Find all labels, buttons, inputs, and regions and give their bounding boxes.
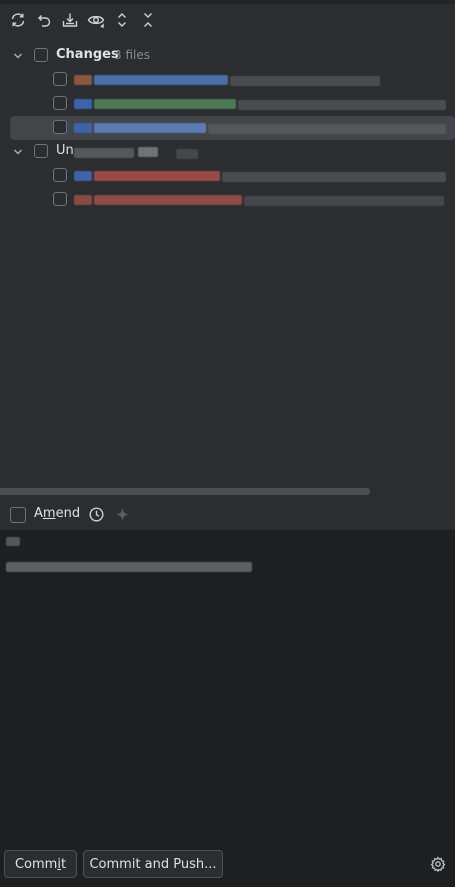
unversioned-group-row[interactable]: Un xyxy=(0,140,455,164)
file-path xyxy=(244,196,444,206)
changes-group-label: Changes xyxy=(56,47,119,62)
commit-tool-window: Changes 3 files Un Amend Comm i t Commit… xyxy=(0,0,455,887)
commit-and-push-button[interactable]: Commit and Push... xyxy=(83,850,223,878)
changes-tree: Changes 3 files Un xyxy=(0,44,455,474)
preview-icon[interactable] xyxy=(84,8,108,32)
file-row[interactable] xyxy=(0,188,455,212)
file-checkbox[interactable] xyxy=(53,72,67,86)
top-border xyxy=(0,0,455,4)
collapse-all-icon[interactable] xyxy=(136,8,160,32)
amend-checkbox[interactable] xyxy=(10,507,26,523)
file-type-icon xyxy=(74,171,92,181)
file-type-icon xyxy=(74,99,92,109)
ai-sparkle-icon[interactable] xyxy=(114,506,131,523)
changes-group-checkbox[interactable] xyxy=(34,48,48,62)
history-icon[interactable] xyxy=(88,506,105,523)
file-path xyxy=(238,100,446,110)
commit-toolbar xyxy=(0,8,455,34)
unversioned-group-count xyxy=(138,147,158,157)
unversioned-group-checkbox[interactable] xyxy=(34,144,48,158)
file-row[interactable] xyxy=(0,92,455,116)
file-row[interactable] xyxy=(0,68,455,92)
file-type-icon xyxy=(74,195,92,205)
file-path xyxy=(230,76,380,86)
file-checkbox[interactable] xyxy=(53,120,67,134)
unversioned-group-label: Un xyxy=(56,143,74,158)
chevron-down-icon[interactable] xyxy=(12,146,24,158)
file-checkbox[interactable] xyxy=(53,96,67,110)
horizontal-scrollbar[interactable] xyxy=(0,488,370,495)
file-name xyxy=(94,99,236,109)
file-type-icon xyxy=(74,75,92,85)
file-name xyxy=(94,123,206,133)
changes-group-count: 3 files xyxy=(114,48,150,62)
commit-button[interactable]: Comm i t xyxy=(4,850,77,878)
commit-message-line xyxy=(6,562,252,572)
file-name xyxy=(94,195,242,205)
changes-group-row[interactable]: Changes 3 files xyxy=(0,44,455,68)
file-row[interactable] xyxy=(0,116,455,140)
unversioned-group-count-rest xyxy=(176,149,198,159)
expand-all-icon[interactable] xyxy=(110,8,134,32)
commit-options-bar: Amend xyxy=(0,500,455,530)
shelve-icon[interactable] xyxy=(58,8,82,32)
amend-label[interactable]: Amend xyxy=(34,506,80,521)
file-name xyxy=(94,171,220,181)
file-type-icon xyxy=(74,123,92,133)
rollback-icon[interactable] xyxy=(32,8,56,32)
file-name xyxy=(94,75,228,85)
file-row[interactable] xyxy=(0,164,455,188)
file-path xyxy=(222,172,446,182)
unversioned-group-label-rest xyxy=(74,148,134,158)
commit-message-editor[interactable] xyxy=(0,531,455,847)
refresh-icon[interactable] xyxy=(6,8,30,32)
chevron-down-icon[interactable] xyxy=(12,50,24,62)
file-checkbox[interactable] xyxy=(53,192,67,206)
commit-message-line xyxy=(6,537,20,546)
gear-icon[interactable] xyxy=(430,856,446,872)
file-checkbox[interactable] xyxy=(53,168,67,182)
file-path xyxy=(208,124,446,134)
commit-actions-bar: Comm i t Commit and Push... xyxy=(0,847,455,887)
